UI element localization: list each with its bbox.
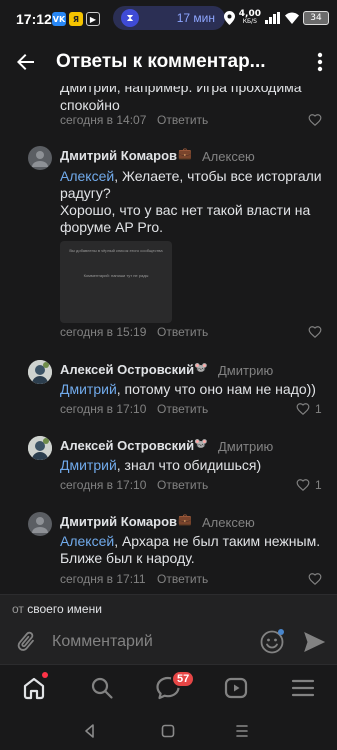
comment-date: сегодня в 17:10: [60, 478, 147, 492]
avatar[interactable]: [28, 512, 52, 536]
heart-icon[interactable]: [308, 113, 322, 127]
comment-composer: [0, 620, 337, 664]
more-vertical-icon[interactable]: [317, 52, 323, 72]
timer-text: 17 мин: [176, 11, 215, 25]
messages-badge: 57: [171, 670, 196, 688]
send-icon[interactable]: [302, 630, 326, 654]
wifi-icon: [285, 12, 299, 24]
avatar[interactable]: [28, 146, 52, 170]
avatar[interactable]: [28, 360, 52, 384]
home-icon[interactable]: [21, 675, 47, 701]
post-as-name[interactable]: своего имени: [27, 602, 102, 616]
comment-item: Дмитрий Комаров 💼 Алексею Алексей, Желае…: [0, 144, 337, 344]
attachment-text: Вы добавлены в чёрный список этого сообщ…: [69, 248, 163, 253]
back-arrow-icon[interactable]: [14, 50, 38, 74]
comment-item: Алексей Островский 🐭 Дмитрию Дмитрий, зн…: [0, 434, 337, 494]
comment-text: Дмитрий, потому что оно нам не надо)): [60, 381, 316, 397]
bottom-tab-bar: 57: [0, 664, 337, 712]
mouse-icon: 🐭: [194, 438, 208, 450]
video-icon[interactable]: [223, 675, 249, 701]
system-navigation-bar: [0, 712, 337, 750]
comment-author[interactable]: Алексей Островский: [60, 438, 194, 453]
attached-image[interactable]: Вы добавлены в чёрный список этого сообщ…: [60, 241, 172, 323]
vk-app-icon: VK: [52, 12, 66, 26]
heart-icon[interactable]: [308, 572, 322, 586]
comment-text: Алексей, Желаете, чтобы все исторгали ра…: [60, 168, 322, 235]
briefcase-icon: 💼: [178, 514, 192, 526]
heart-icon[interactable]: [296, 478, 310, 492]
comment-text: Алексей, Архара не был таким нежным. Бли…: [60, 533, 321, 566]
comment-item: Алексей Островский 🐭 Дмитрию Дмитрий, по…: [0, 358, 337, 418]
yandex-app-icon: Я: [69, 12, 83, 26]
page-title: Ответы к комментар...: [56, 51, 266, 72]
system-recents-icon[interactable]: [234, 723, 250, 739]
mention-link[interactable]: Алексей: [60, 168, 114, 184]
reply-to[interactable]: Алексею: [202, 149, 255, 164]
attachment-text: Комментарий: напиши тут не рады: [83, 273, 149, 278]
status-indicators: 4,00 КБ/S 34: [223, 9, 329, 26]
replies-feed[interactable]: Дмитрий, например. Игра проходима спокой…: [0, 86, 337, 594]
mouse-icon: 🐭: [194, 362, 208, 374]
reply-to[interactable]: Дмитрию: [218, 363, 273, 378]
screen-time-pill[interactable]: ⧗ 17 мин: [113, 6, 225, 30]
reply-button[interactable]: Ответить: [157, 113, 208, 127]
avatar-photo-icon: [28, 436, 52, 460]
signal-icon: [265, 12, 280, 24]
like-count: 1: [315, 478, 322, 492]
system-home-icon[interactable]: [160, 723, 176, 739]
reply-to[interactable]: Дмитрию: [218, 439, 273, 454]
reply-button[interactable]: Ответить: [157, 402, 208, 416]
reply-button[interactable]: Ответить: [157, 572, 208, 586]
comment-date: сегодня в 15:19: [60, 325, 147, 339]
comment-author[interactable]: Дмитрий Комаров: [60, 148, 177, 163]
reply-button[interactable]: Ответить: [157, 478, 208, 492]
briefcase-icon: 💼: [178, 148, 192, 160]
comment-item: Дмитрий Комаров 💼 Алексею Алексей, Архар…: [0, 510, 337, 590]
hourglass-icon: ⧗: [121, 9, 139, 27]
battery-icon: 34: [303, 11, 329, 25]
menu-icon[interactable]: [290, 675, 316, 701]
post-as-label: от своего имени: [12, 602, 102, 616]
user-placeholder-icon: [32, 151, 48, 167]
avatar-photo-icon: [28, 360, 52, 384]
home-notification-dot: [42, 672, 48, 678]
like-count: 1: [315, 402, 322, 416]
comment-input[interactable]: [52, 632, 242, 652]
mention-link[interactable]: Алексей: [60, 533, 114, 549]
status-bar: 17:12 VK Я ▶ ⧗ 17 мин 4,00 КБ/S 34: [0, 0, 337, 38]
new-stickers-dot: [278, 629, 284, 635]
comment-author[interactable]: Алексей Островский: [60, 362, 194, 377]
mention-link[interactable]: Дмитрий: [60, 381, 117, 397]
heart-icon[interactable]: [296, 402, 310, 416]
comment-text: Дмитрий, знал что обидишься): [60, 457, 262, 473]
heart-icon[interactable]: [308, 325, 322, 339]
status-time: 17:12: [16, 11, 52, 27]
net-speed: 4,00 КБ/S: [238, 9, 261, 26]
comment-date: сегодня в 17:10: [60, 402, 147, 416]
user-placeholder-icon: [32, 517, 48, 533]
search-icon[interactable]: [89, 675, 115, 701]
mention-link[interactable]: Дмитрий: [60, 457, 117, 473]
comment-author[interactable]: Дмитрий Комаров: [60, 514, 177, 529]
reply-button[interactable]: Ответить: [157, 325, 208, 339]
reply-to[interactable]: Алексею: [202, 515, 255, 530]
location-icon: [223, 11, 235, 25]
post-as-bar[interactable]: от своего имени: [0, 594, 337, 620]
app-header: Ответы к комментар...: [0, 38, 337, 86]
play-app-icon: ▶: [86, 12, 100, 26]
paperclip-icon[interactable]: [14, 630, 38, 654]
comment-date: сегодня в 14:07: [60, 113, 147, 127]
comment-text: Дмитрий, например. Игра проходима спокой…: [60, 86, 302, 113]
system-back-icon[interactable]: [82, 723, 98, 739]
avatar[interactable]: [28, 436, 52, 460]
comment-date: сегодня в 17:11: [60, 572, 146, 586]
